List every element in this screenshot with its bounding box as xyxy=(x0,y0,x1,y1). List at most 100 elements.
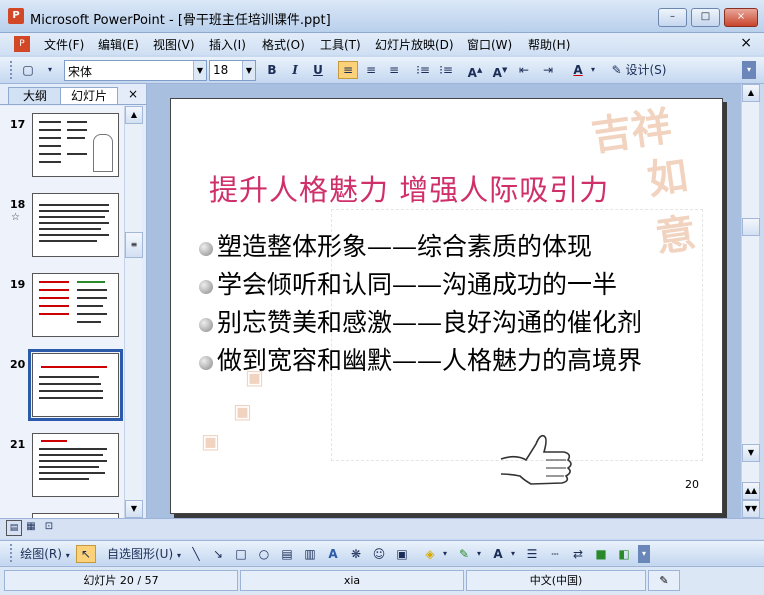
decrease-indent-icon[interactable]: ⇤ xyxy=(514,61,534,79)
clipart-icon[interactable]: ☺ xyxy=(369,545,389,563)
bullet-item[interactable]: 学会倾听和认同——沟通成功的一半 xyxy=(199,265,617,301)
slide-title[interactable]: 提升人格魅力 增强人际吸引力 xyxy=(209,167,609,209)
menu-slideshow[interactable]: 幻灯片放映(D) xyxy=(375,36,454,53)
bullet-item[interactable]: 别忘赞美和感激——良好沟通的催化剂 xyxy=(199,303,642,339)
fill-color-icon[interactable]: ◈ xyxy=(420,545,440,563)
insert-picture-icon[interactable]: ▣ xyxy=(392,545,412,563)
select-pointer-icon[interactable]: ↖ xyxy=(76,545,96,563)
maximize-button[interactable]: □ xyxy=(691,8,720,27)
diagram-icon[interactable]: ❋ xyxy=(346,545,366,563)
menu-tools[interactable]: 工具(T) xyxy=(320,36,361,53)
menu-file[interactable]: 文件(F) xyxy=(44,36,84,53)
italic-button[interactable]: I xyxy=(285,61,305,79)
bold-button[interactable]: B xyxy=(262,61,282,79)
thumb-line xyxy=(39,383,101,385)
chevron-down-icon[interactable]: ▾ xyxy=(588,61,598,79)
chevron-down-icon[interactable]: ▼ xyxy=(242,61,255,80)
close-icon[interactable]: × xyxy=(128,87,138,101)
slide-canvas[interactable]: 吉祥 如意 ▣ ▣ ▣ 提升人格魅力 增强人际吸引力 塑造整体形象——综合素质的… xyxy=(170,98,723,514)
slide-thumbnail-20[interactable] xyxy=(28,349,123,421)
menu-view[interactable]: 视图(V) xyxy=(153,36,195,53)
chevron-down-icon: ▾ xyxy=(176,551,181,560)
slide-sorter-view-icon[interactable]: ▦ xyxy=(24,520,38,534)
document-icon[interactable]: P xyxy=(14,36,30,52)
font-size-select[interactable]: 18 ▼ xyxy=(209,60,256,81)
minimize-button[interactable]: – xyxy=(658,8,687,27)
document-close-button[interactable]: × xyxy=(740,35,752,51)
scroll-thumb[interactable]: ≡ xyxy=(125,232,143,258)
slideshow-view-icon[interactable]: ⊡ xyxy=(42,520,56,534)
toolbar-options-icon[interactable]: ▾ xyxy=(40,61,60,79)
normal-view-icon[interactable]: ▤ xyxy=(6,520,22,536)
chevron-down-icon[interactable]: ▾ xyxy=(440,545,450,563)
bullet-text: 做到宽容和幽默——人格魅力的高境界 xyxy=(217,346,643,375)
menu-edit[interactable]: 编辑(E) xyxy=(98,36,139,53)
scroll-down-icon[interactable]: ▼ xyxy=(125,500,143,518)
increase-font-icon[interactable]: A▲ xyxy=(465,61,485,80)
thumbnail-scrollbar[interactable]: ▲ ≡ ▼ xyxy=(124,106,143,518)
menu-format[interactable]: 格式(O) xyxy=(262,36,305,53)
new-document-icon[interactable]: ▢ xyxy=(18,61,38,79)
font-color-icon[interactable]: A xyxy=(488,545,508,563)
decrease-font-icon[interactable]: A▼ xyxy=(490,61,510,80)
draw-menu-button[interactable]: 绘图(R) ▾ xyxy=(18,545,72,563)
align-center-button[interactable]: ≡ xyxy=(361,61,381,79)
slide-thumbnail-19[interactable] xyxy=(32,273,119,337)
animation-star-icon: ☆ xyxy=(11,212,20,223)
powerpoint-app-icon[interactable]: P xyxy=(8,8,24,24)
thumbs-up-icon xyxy=(500,434,572,485)
chevron-down-icon[interactable]: ▾ xyxy=(474,545,484,563)
thumb-line xyxy=(77,313,107,315)
toolbar-grip[interactable] xyxy=(10,61,15,79)
align-right-button[interactable]: ≡ xyxy=(384,61,404,79)
scroll-thumb[interactable] xyxy=(742,218,760,236)
align-left-button[interactable]: ≡ xyxy=(338,61,358,79)
previous-slide-icon[interactable]: ▲▲ xyxy=(742,482,760,500)
slide-thumbnail-21[interactable] xyxy=(32,433,119,497)
3d-style-icon[interactable]: ◧ xyxy=(614,545,634,563)
toolbar-overflow-icon[interactable]: ▾ xyxy=(638,545,650,563)
numbering-icon[interactable]: ⁝≡ xyxy=(413,61,433,79)
design-button[interactable]: ✎ 设计(S) xyxy=(609,61,669,79)
line-style-icon[interactable]: ☰ xyxy=(522,545,542,563)
bullets-icon[interactable]: ⁝≡ xyxy=(436,61,456,79)
close-window-button[interactable]: × xyxy=(724,8,758,27)
autoshapes-menu-button[interactable]: 自选图形(U) ▾ xyxy=(104,545,184,563)
line-tool-icon[interactable]: ╲ xyxy=(186,545,206,563)
tab-outline[interactable]: 大纲 xyxy=(8,87,62,104)
dash-style-icon[interactable]: ┄ xyxy=(545,545,565,563)
line-color-icon[interactable]: ✎ xyxy=(454,545,474,563)
underline-button[interactable]: U xyxy=(308,61,328,79)
textbox-tool-icon[interactable]: ▤ xyxy=(277,545,297,563)
slide-thumbnail-18[interactable] xyxy=(32,193,119,257)
spelling-status-icon[interactable]: ✎ xyxy=(648,570,680,591)
chevron-down-icon[interactable]: ▾ xyxy=(508,545,518,563)
increase-indent-icon[interactable]: ⇥ xyxy=(538,61,558,79)
vertical-textbox-icon[interactable]: ▥ xyxy=(300,545,320,563)
shadow-style-icon[interactable]: ■ xyxy=(591,545,611,563)
rectangle-tool-icon[interactable]: □ xyxy=(231,545,251,563)
chevron-down-icon[interactable]: ▼ xyxy=(193,61,206,80)
slide-scrollbar[interactable]: ▲ ▼ ▲▲ ▼▼ xyxy=(741,84,760,518)
scroll-up-icon[interactable]: ▲ xyxy=(125,106,143,124)
oval-tool-icon[interactable]: ○ xyxy=(254,545,274,563)
menu-insert[interactable]: 插入(I) xyxy=(209,36,246,53)
arrow-style-icon[interactable]: ⇄ xyxy=(568,545,588,563)
scroll-up-icon[interactable]: ▲ xyxy=(742,84,760,102)
font-name-select[interactable]: 宋体 ▼ xyxy=(64,60,207,81)
font-color-icon[interactable]: A xyxy=(568,61,588,79)
scroll-down-icon[interactable]: ▼ xyxy=(742,444,760,462)
next-slide-icon[interactable]: ▼▼ xyxy=(742,500,760,518)
bullet-item[interactable]: 塑造整体形象——综合素质的体现 xyxy=(199,227,592,263)
slide-thumbnail-17[interactable] xyxy=(32,113,119,177)
tab-slides[interactable]: 幻灯片 xyxy=(60,87,118,104)
thumb-number-17: 17 xyxy=(10,118,26,131)
arrow-tool-icon[interactable]: ↘ xyxy=(208,545,228,563)
menu-window[interactable]: 窗口(W) xyxy=(467,36,512,53)
wordart-icon[interactable]: A xyxy=(323,545,343,563)
toolbar-overflow-icon[interactable]: ▾ xyxy=(742,61,756,79)
toolbar-grip[interactable] xyxy=(10,544,15,562)
thumb-line xyxy=(39,289,69,291)
bullet-item[interactable]: 做到宽容和幽默——人格魅力的高境界 xyxy=(199,341,642,377)
menu-help[interactable]: 帮助(H) xyxy=(528,36,570,53)
